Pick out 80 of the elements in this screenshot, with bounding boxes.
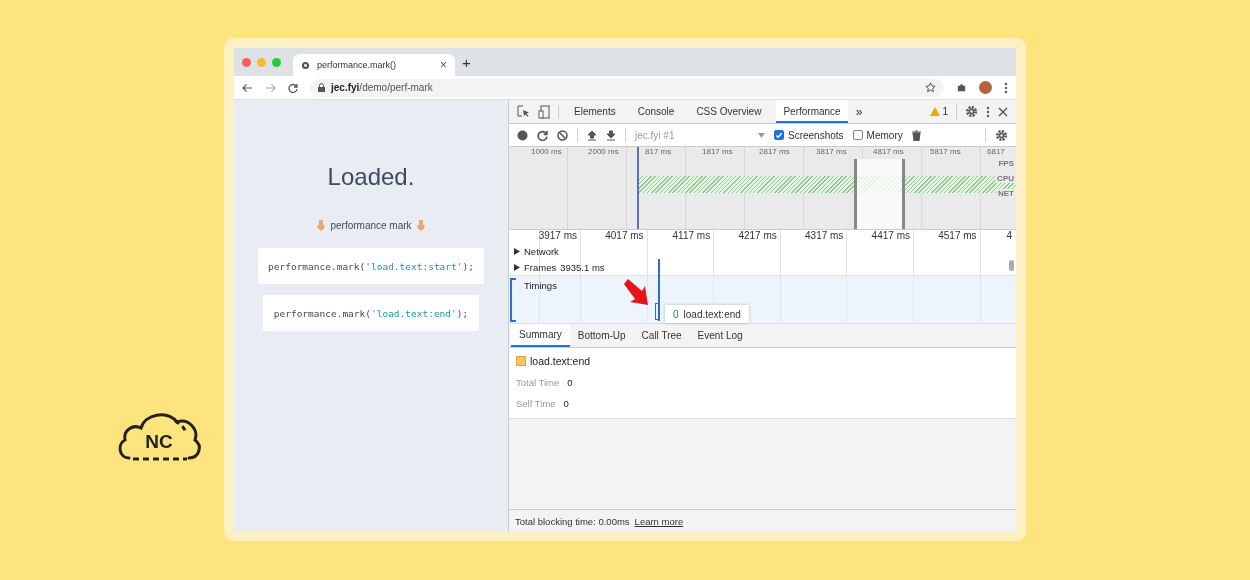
download-icon[interactable] — [606, 129, 616, 141]
logo-text: NC — [145, 431, 173, 452]
ruler-tick-label: 4117 ms — [671, 230, 712, 243]
details-tab[interactable]: Bottom-Up — [569, 324, 634, 347]
caption-text: performance mark — [330, 220, 412, 231]
menu-icon[interactable] — [1004, 81, 1008, 94]
page-heading: Loaded. — [327, 162, 415, 192]
details-tab[interactable]: Event Log — [689, 324, 751, 347]
overview-tick-label: 5817 ms — [930, 147, 962, 158]
close-icon[interactable] — [998, 106, 1008, 117]
details-tab[interactable]: Summary — [511, 324, 570, 347]
details-tab[interactable]: Call Tree — [633, 324, 690, 347]
more-tabs-button[interactable]: » — [855, 104, 863, 119]
checkbox[interactable] — [774, 130, 784, 140]
caret-icon — [758, 132, 765, 138]
ruler-tick-label: 4417 ms — [870, 230, 911, 243]
timing-mark[interactable] — [655, 303, 659, 320]
back-icon[interactable] — [242, 82, 253, 93]
settings-icon[interactable] — [965, 105, 978, 118]
lock-icon — [318, 83, 325, 92]
close-tab-button[interactable]: × — [440, 58, 447, 72]
record-icon[interactable] — [517, 129, 528, 141]
overview-track-label: CPU — [995, 174, 1016, 183]
overview-tick-label: 817 ms — [645, 147, 673, 158]
devtools-tab[interactable]: Console — [630, 100, 682, 123]
reload-icon[interactable] — [288, 82, 298, 93]
inspect-element-icon[interactable] — [517, 105, 530, 118]
checkbox-label[interactable]: Screenshots — [788, 129, 844, 141]
overview-tick-label: 1000 ms — [531, 147, 563, 158]
devtools-tab[interactable]: Elements — [567, 100, 623, 123]
scrollbar-thumb[interactable] — [1009, 260, 1014, 271]
checkbox-label[interactable]: Memory — [866, 129, 903, 141]
settings-icon[interactable] — [995, 128, 1008, 142]
device-toolbar-icon[interactable] — [538, 104, 550, 119]
devtools-tab[interactable]: CSS Overview — [689, 100, 769, 123]
new-tab-button[interactable]: + — [462, 53, 471, 71]
code-snippet: performance.mark('load.text:start'); — [258, 248, 484, 284]
overview-tick-label: 3817 ms — [816, 147, 848, 158]
overview-tick-label: 1817 ms — [702, 147, 734, 158]
overview-tick-label: 2000 ms — [588, 147, 620, 158]
ruler-tick-label: 4217 ms — [737, 230, 778, 243]
overview-tick-label: 6817 — [987, 147, 1006, 158]
avatar[interactable] — [979, 81, 992, 94]
upload-icon[interactable] — [587, 129, 597, 141]
overview-track-label: FPS — [996, 159, 1016, 168]
status-text: Total blocking time: 0.00ms — [515, 515, 630, 527]
ruler-tick-label: 4517 ms — [937, 230, 978, 243]
browser-tab[interactable]: performance.mark() × — [293, 54, 455, 76]
reload-record-icon[interactable] — [537, 129, 548, 141]
cloud-logo-icon — [118, 413, 201, 461]
track-label[interactable]: Frames — [524, 261, 557, 273]
mark-tooltip: 0 load.text:end — [665, 305, 749, 323]
address-field[interactable]: jec.fyi/demo/perf-mark — [310, 78, 944, 97]
marker-line — [658, 259, 660, 321]
ruler-tick-label: 3917 ms — [537, 230, 578, 243]
track-label[interactable]: Network — [524, 245, 559, 257]
summary-value: 0 — [567, 376, 573, 388]
code-snippet: performance.mark('load.text:end'); — [262, 295, 480, 331]
track-value: 3935.1 ms — [560, 261, 605, 273]
more-options-icon[interactable] — [986, 105, 990, 118]
summary-label: Total Time — [516, 376, 560, 388]
summary-title: load.text:end — [530, 355, 591, 367]
summary-label: Self Time — [516, 397, 556, 409]
track-label[interactable]: Timings — [524, 280, 557, 291]
url-text: jec.fyi/demo/perf-mark — [331, 82, 434, 93]
clear-icon[interactable] — [557, 129, 568, 141]
ruler-tick-label: 4017 ms — [604, 230, 645, 243]
summary-value: 0 — [563, 397, 569, 409]
overview-tick-label: 2817 ms — [759, 147, 791, 158]
ruler-tick-label: 4317 ms — [804, 230, 845, 243]
checkbox[interactable] — [852, 130, 863, 140]
checkmark-icon — [775, 130, 783, 140]
trash-icon[interactable] — [911, 129, 921, 141]
learn-more-link[interactable]: Learn more — [634, 515, 684, 527]
ruler-tick-label: 4 — [1005, 230, 1014, 243]
bookmark-star-icon[interactable] — [925, 82, 936, 93]
tab-title: performance.mark() — [317, 60, 398, 70]
overview-tick-label: 4817 ms — [873, 147, 905, 158]
devtools-tab[interactable]: Performance — [776, 100, 848, 123]
overview-track-label: NET — [996, 189, 1016, 198]
